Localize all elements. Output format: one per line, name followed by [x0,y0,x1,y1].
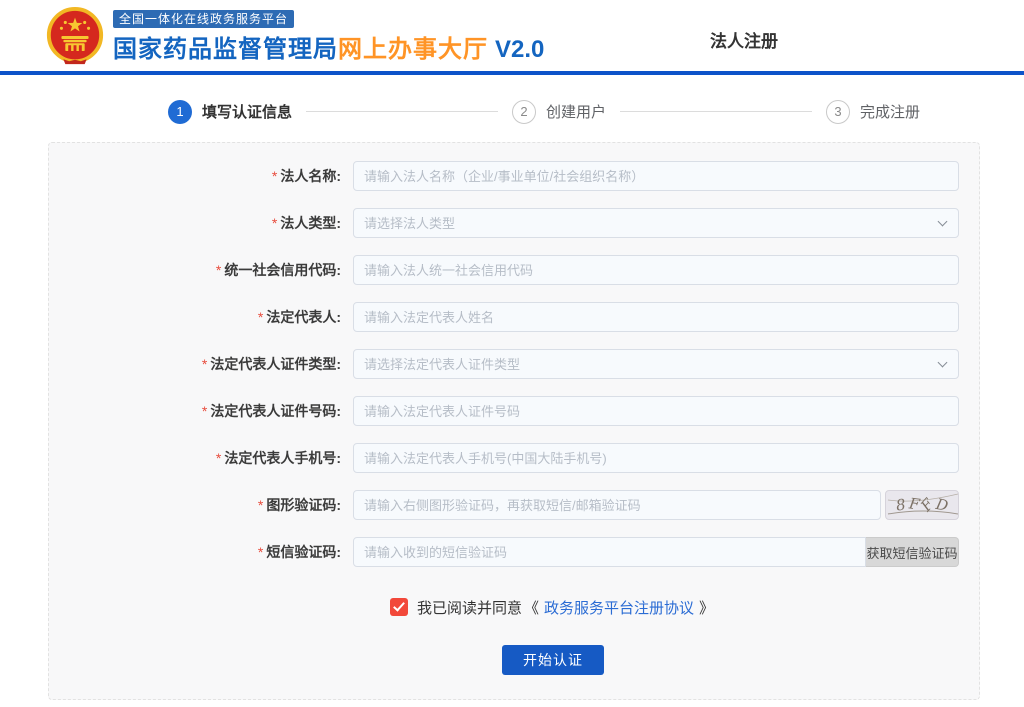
form-row-image-captcha: *图形验证码: 8FFD [49,490,979,520]
legal-representative-mobile-input[interactable] [353,443,959,473]
legal-person-type-select[interactable] [353,208,959,238]
field-label-text: 法定代表人证件号码: [210,403,341,419]
form-row-legal-person-type: *法人类型: [49,208,979,238]
required-marker: * [272,215,277,231]
national-emblem-logo [44,6,106,68]
field-control-legal-representative-mobile [353,443,959,473]
required-marker: * [272,168,277,184]
step-connector [306,111,498,112]
field-label-image-captcha: *图形验证码: [49,495,341,515]
field-label-text: 法定代表人手机号: [224,450,341,466]
agreement-link[interactable]: 政务服务平台注册协议 [544,597,694,618]
agreement-open-quote: 《 [524,597,539,618]
field-label-text: 法人类型: [280,215,341,231]
agreement-text-prefix: 我已阅读并同意 [417,597,522,618]
site-title-accent: 网上办事大厅 [338,36,488,63]
field-label-legal-representative-id-type: *法定代表人证件类型: [49,354,341,374]
form-row-unified-social-credit-code: *统一社会信用代码: [49,255,979,285]
required-marker: * [216,262,221,278]
field-label-text: 法定代表人证件类型: [210,356,341,372]
registration-stepper: 1 填写认证信息 2 创建用户 3 完成注册 [168,99,920,124]
field-label-text: 法定代表人: [266,309,341,325]
field-label-legal-representative-mobile: *法定代表人手机号: [49,448,341,468]
form-row-legal-representative-id-type: *法定代表人证件类型: [49,349,979,379]
field-label-text: 法人名称: [280,168,341,184]
field-label-legal-representative-id-number: *法定代表人证件号码: [49,401,341,421]
app-header: 全国一体化在线政务服务平台 国家药品监督管理局网上办事大厅 V2.0 法人注册 [0,0,1024,71]
field-label-text: 图形验证码: [266,497,341,513]
legal-person-type-input[interactable] [353,208,959,238]
field-control-legal-person-name [353,161,959,191]
start-authentication-button[interactable]: 开始认证 [502,645,604,675]
required-marker: * [216,450,221,466]
get-sms-code-button[interactable]: 获取短信验证码 [866,537,959,567]
site-title-main: 国家药品监督管理局 [113,36,338,63]
required-marker: * [202,403,207,419]
unified-social-credit-code-input[interactable] [353,255,959,285]
image-captcha-input[interactable] [353,490,881,520]
registration-form-panel: *法人名称:*法人类型:*统一社会信用代码:*法定代表人:*法定代表人证件类型:… [48,142,980,700]
field-label-text: 短信验证码: [266,544,341,560]
field-label-legal-representative-name: *法定代表人: [49,307,341,327]
legal-representative-id-type-select[interactable] [353,349,959,379]
page-title: 法人注册 [710,27,778,52]
step-1-label: 填写认证信息 [202,101,292,122]
field-control-legal-representative-name [353,302,959,332]
field-label-text: 统一社会信用代码: [224,262,341,278]
step-3-indicator: 3 [826,100,850,124]
step-2-indicator: 2 [512,100,536,124]
step-connector [620,111,812,112]
field-label-sms-code: *短信验证码: [49,542,341,562]
agreement-row: 我已阅读并同意 《 政务服务平台注册协议 》 [127,597,979,617]
legal-representative-id-number-input[interactable] [353,396,959,426]
field-label-legal-person-type: *法人类型: [49,213,341,233]
field-control-legal-person-type [353,208,959,238]
required-marker: * [258,544,263,560]
form-row-sms-code: *短信验证码: 获取短信验证码 [49,537,979,567]
sms-code-input[interactable] [353,537,866,567]
legal-representative-id-type-input[interactable] [353,349,959,379]
legal-representative-name-input[interactable] [353,302,959,332]
form-row-legal-representative-id-number: *法定代表人证件号码: [49,396,979,426]
header-divider [0,71,1024,75]
captcha-image[interactable]: 8FFD [885,490,959,520]
step-3-label: 完成注册 [860,101,920,122]
form-row-legal-representative-mobile: *法定代表人手机号: [49,443,979,473]
step-2-label: 创建用户 [546,101,606,122]
required-marker: * [258,309,263,325]
platform-badge: 全国一体化在线政务服务平台 [113,10,294,28]
field-control-sms-code: 获取短信验证码 [353,537,959,567]
required-marker: * [258,497,263,513]
agreement-checkbox[interactable] [390,598,408,616]
step-1-indicator: 1 [168,100,192,124]
required-marker: * [202,356,207,372]
form-row-legal-person-name: *法人名称: [49,161,979,191]
agreement-close-quote: 》 [699,597,714,618]
field-control-image-captcha: 8FFD [353,490,959,520]
legal-person-name-input[interactable] [353,161,959,191]
form-row-legal-representative-name: *法定代表人: [49,302,979,332]
field-control-legal-representative-id-number [353,396,959,426]
field-label-legal-person-name: *法人名称: [49,166,341,186]
field-label-unified-social-credit-code: *统一社会信用代码: [49,260,341,280]
field-control-unified-social-credit-code [353,255,959,285]
field-control-legal-representative-id-type [353,349,959,379]
site-title: 国家药品监督管理局网上办事大厅 V2.0 [113,29,544,64]
site-title-version: V2.0 [495,36,544,63]
